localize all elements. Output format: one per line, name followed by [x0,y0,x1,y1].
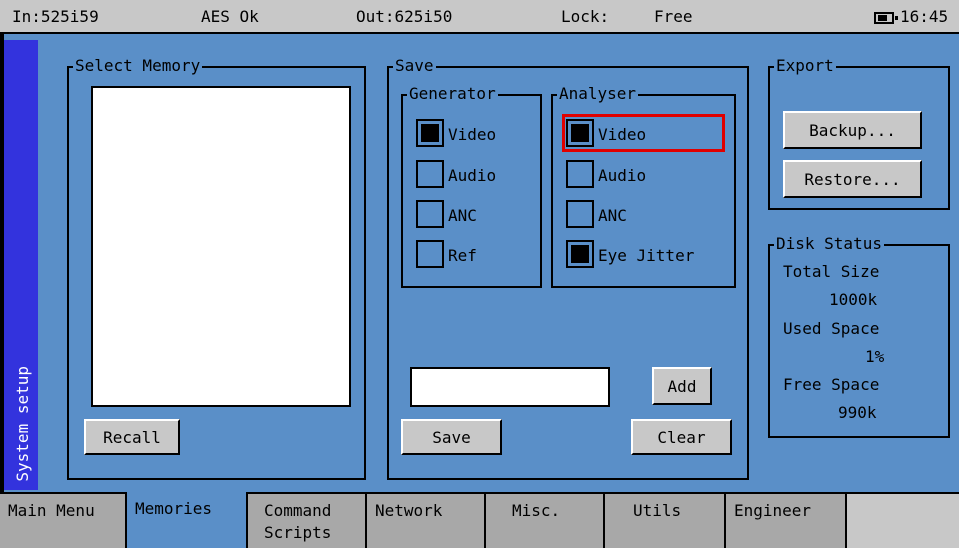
generator-anc-checkbox[interactable] [416,200,444,228]
save-title: Save [393,56,436,75]
generator-ref-checkbox[interactable] [416,240,444,268]
aes-status: AES Ok [201,7,259,26]
tab-engineer[interactable]: Engineer [726,492,847,548]
tab-utils[interactable]: Utils [605,492,726,548]
tab-command-scripts-label: Command Scripts [264,501,332,542]
tab-command-scripts[interactable]: Command Scripts [248,492,367,548]
free-space-label: Free Space [783,375,880,394]
analyser-eye-jitter-checkbox[interactable] [566,240,594,268]
tab-utils-label: Utils [633,501,682,520]
clear-button[interactable]: Clear [631,419,732,455]
status-bar: In:525i59 AES Ok Out:625i50 Lock: Free 1… [0,0,959,34]
used-space-label: Used Space [783,319,880,338]
analyser-eye-jitter-label: Eye Jitter [598,246,695,265]
total-size-value: 1000k [829,290,878,309]
select-memory-title: Select Memory [73,56,203,75]
output-format-status: Out:625i50 [356,7,453,26]
battery-icon [874,12,898,24]
disk-status-title: Disk Status [774,234,884,253]
add-button[interactable]: Add [652,367,712,405]
generator-video-checkbox[interactable] [416,119,444,147]
analyser-audio-label: Audio [598,166,647,185]
lock-label: Lock: [561,7,610,26]
tab-misc-label: Misc. [512,501,561,520]
tab-network[interactable]: Network [367,492,486,548]
backup-button[interactable]: Backup... [783,111,922,149]
free-space-value: 990k [838,403,877,422]
side-tab-system-setup[interactable]: System setup [4,40,38,490]
bottom-tab-bar: Main Menu Memories Command Scripts Netwo… [0,492,959,548]
tab-main-menu-label: Main Menu [8,501,95,520]
tab-bar-empty [847,492,959,548]
tab-main-menu[interactable]: Main Menu [0,492,127,548]
clock: 16:45 [900,7,949,26]
lock-value: Free [654,7,693,26]
generator-anc-label: ANC [448,206,477,225]
generator-audio-label: Audio [448,166,497,185]
analyser-audio-checkbox[interactable] [566,160,594,188]
generator-ref-label: Ref [448,246,477,265]
side-tab-label: System setup [13,366,32,482]
tab-memories[interactable]: Memories [127,492,248,548]
input-format-status: In:525i59 [12,7,99,26]
tab-network-label: Network [375,501,443,520]
analyser-anc-checkbox[interactable] [566,200,594,228]
tab-engineer-label: Engineer [734,501,812,520]
total-size-label: Total Size [783,262,880,281]
generator-title: Generator [407,84,498,103]
analyser-title: Analyser [557,84,639,103]
memory-list[interactable] [91,86,351,407]
save-button[interactable]: Save [401,419,502,455]
tab-misc[interactable]: Misc. [486,492,605,548]
restore-button[interactable]: Restore... [783,160,922,198]
memory-name-input[interactable] [410,367,610,407]
analyser-video-highlight [562,114,725,152]
analyser-anc-label: ANC [598,206,627,225]
generator-video-label: Video [448,125,497,144]
tab-memories-label: Memories [135,499,213,518]
used-space-value: 1% [865,347,885,366]
export-title: Export [774,56,836,75]
recall-button[interactable]: Recall [84,419,180,455]
generator-audio-checkbox[interactable] [416,160,444,188]
